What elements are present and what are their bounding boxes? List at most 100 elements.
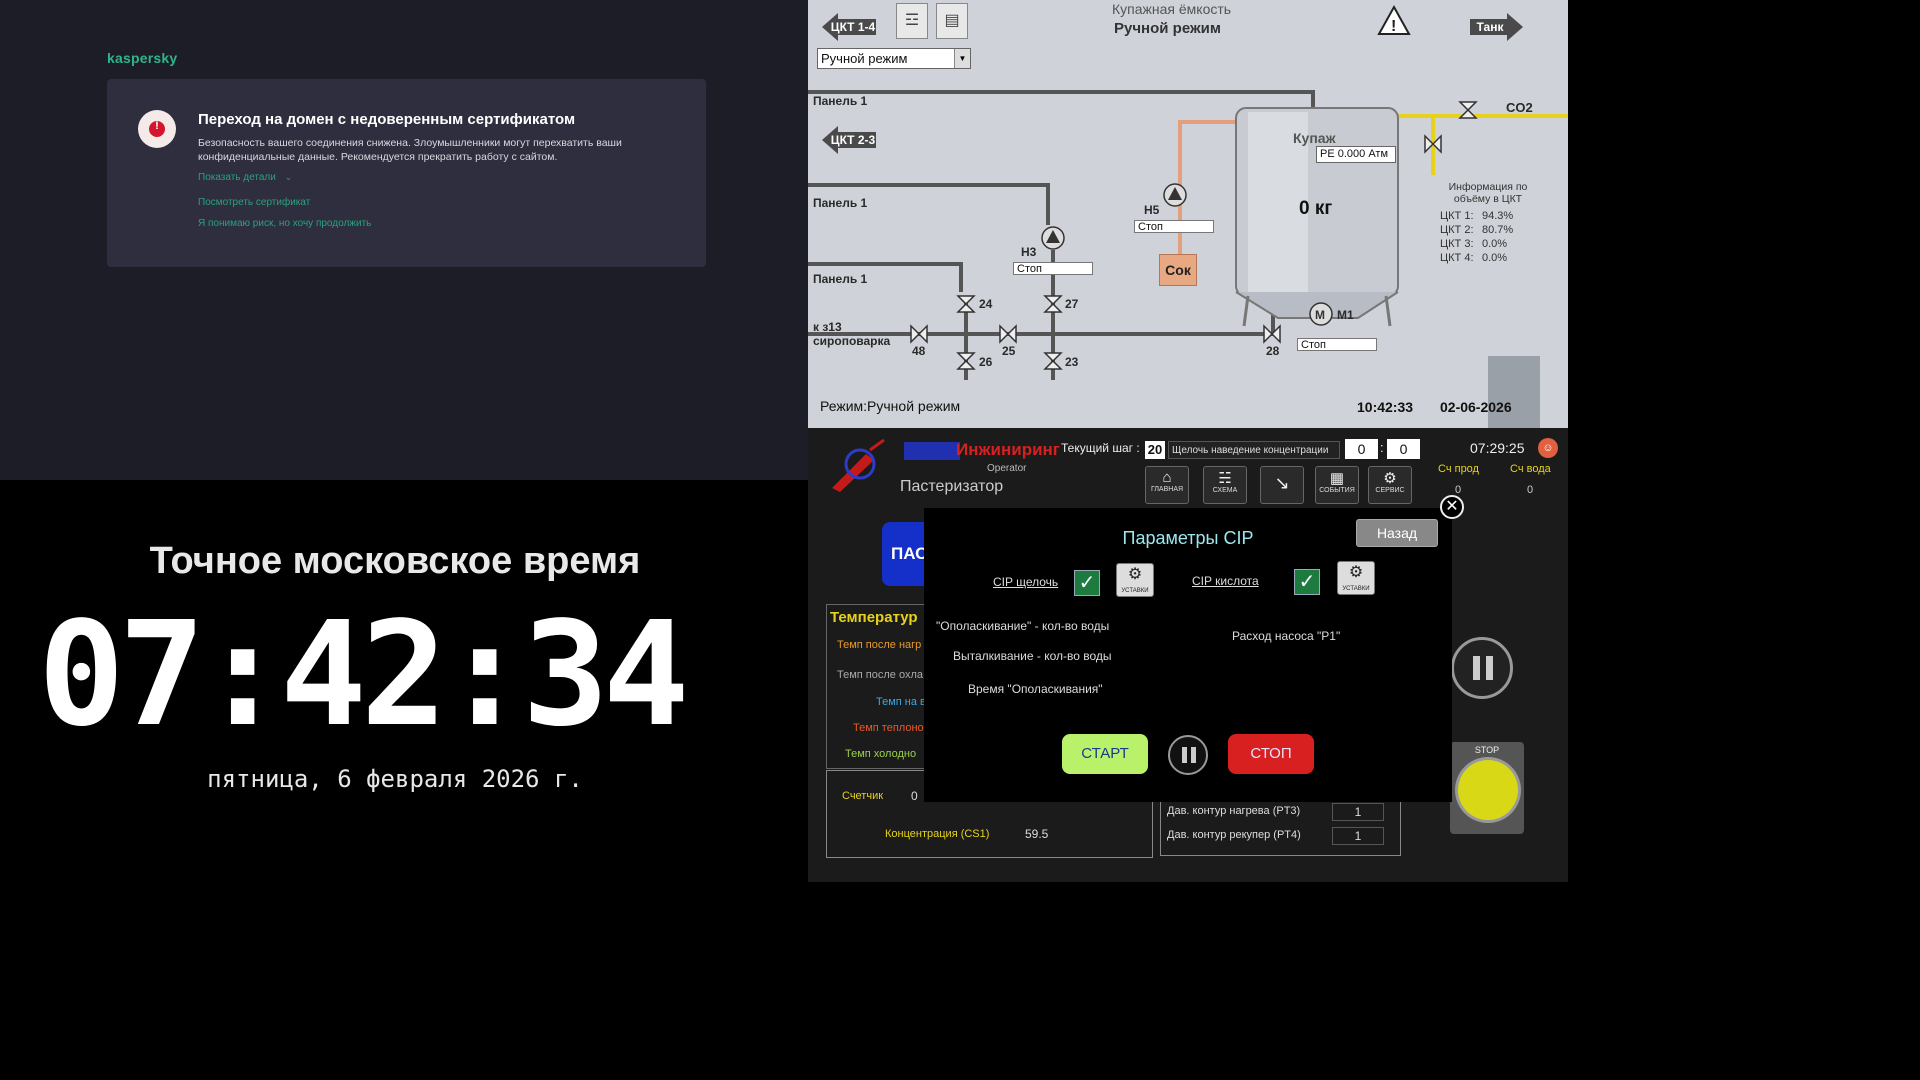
report-view-icon[interactable]: ▤ bbox=[936, 3, 968, 39]
temp-row: Темп после охла bbox=[837, 669, 923, 681]
valve-label: 26 bbox=[979, 355, 993, 369]
header-mode: Ручной режим bbox=[1114, 20, 1221, 37]
pause-button[interactable] bbox=[1451, 637, 1513, 699]
pump-flow-label: Расход насоса "Р1" bbox=[1232, 629, 1341, 643]
home-button[interactable]: ⌂ ГЛАВНАЯ bbox=[1145, 466, 1189, 504]
warning-icon[interactable]: ! bbox=[1377, 4, 1411, 38]
counter-water-value: 0 bbox=[1527, 484, 1534, 496]
user-role: Operator bbox=[987, 463, 1027, 474]
emergency-stop[interactable]: STOP bbox=[1450, 742, 1524, 834]
scheme-icon: ☵ bbox=[1218, 470, 1232, 487]
temp-row: Темп после нагр bbox=[837, 639, 922, 651]
ckt-level-row: ЦКТ 3: 0.0% bbox=[1440, 238, 1508, 250]
valve-label: 24 bbox=[979, 297, 993, 311]
k313-label: к з13 bbox=[813, 320, 842, 334]
stop-button[interactable]: СТОП bbox=[1228, 734, 1314, 774]
events-button[interactable]: ▦ СОБЫТИЯ bbox=[1315, 466, 1359, 504]
cip-acid-settings-button[interactable]: ⚙ УСТАВКИ bbox=[1337, 561, 1375, 595]
clock-date: пятница, 6 февраля 2026 г. bbox=[207, 765, 583, 793]
scada-blend-tank-screen: M ЦКТ 1-4 ЦКТ 2-3 Танк ☲ ▤ Ручной режим … bbox=[808, 0, 1568, 428]
brand-name: Инжиниринг bbox=[956, 440, 1060, 459]
back-button[interactable]: Назад bbox=[1356, 519, 1438, 547]
pressure-panel: Дав. контур нагрева (PT3) 1 Дав. контур … bbox=[1160, 798, 1401, 856]
brand-blue-mark bbox=[904, 442, 960, 460]
view-certificate-link[interactable]: Посмотреть сертификат bbox=[198, 197, 310, 208]
warning-title: Переход на домен с недоверенным сертифик… bbox=[198, 111, 576, 128]
pump-h5-status: Стоп bbox=[1134, 220, 1214, 233]
kaspersky-warning-page: kaspersky ! Переход на домен с недоверен… bbox=[0, 0, 808, 480]
warning-description: Безопасность вашего соединения снижена. … bbox=[198, 137, 622, 163]
rinse-water-label: "Ополаскивание" - кол-во воды bbox=[936, 619, 1110, 633]
counter-label: Счетчик bbox=[842, 790, 884, 802]
ckt-info-title: Информация по объёму в ЦКТ bbox=[1448, 181, 1528, 205]
push-water-label: Выталкивание - кол-во воды bbox=[953, 649, 1112, 663]
temp-row: Темп холодно bbox=[845, 748, 917, 760]
pasteurizer-hmi: Инжиниринг Operator Пастеризатор Текущий… bbox=[808, 428, 1568, 882]
cip-alkali-checkbox[interactable]: ✓ bbox=[1074, 570, 1100, 596]
scheme-button[interactable]: ☵ СХЕМА bbox=[1203, 466, 1247, 504]
valve-label: 25 bbox=[1002, 344, 1016, 358]
temp-row: Темп на в bbox=[876, 696, 926, 708]
show-details-link[interactable]: Показать детали ⌄ bbox=[198, 172, 292, 183]
cip-alkali-label: CIP щелочь bbox=[993, 575, 1059, 589]
counter-prod-value: 0 bbox=[1455, 484, 1462, 496]
moscow-time-page: Точное московское время 07:42:34 пятница… bbox=[0, 480, 808, 882]
home-icon: ⌂ bbox=[1162, 469, 1172, 486]
cip-acid-label: CIP кислота bbox=[1192, 574, 1259, 588]
gear-icon: ⚙ bbox=[1383, 470, 1397, 487]
time-separator: : bbox=[1380, 440, 1384, 455]
cip-acid-checkbox[interactable]: ✓ bbox=[1294, 569, 1320, 595]
clock-title: Точное московское время bbox=[149, 540, 641, 582]
step-label: Текущий шаг : bbox=[1061, 441, 1140, 455]
close-icon[interactable]: ✕ bbox=[1440, 495, 1464, 519]
motor-m1-status: Стоп bbox=[1297, 338, 1377, 351]
hmi-clock: 07:29:25 bbox=[1470, 440, 1525, 456]
tank-name: Купаж bbox=[1293, 130, 1336, 146]
calendar-icon: ▦ bbox=[1329, 470, 1345, 487]
section-title: Пастеризатор bbox=[900, 478, 1004, 495]
chart-icon: ↘ bbox=[1274, 473, 1290, 493]
ckt-level-row: ЦКТ 1: 94.3% bbox=[1440, 210, 1514, 222]
pressure-row-value: 1 bbox=[1332, 803, 1384, 821]
company-logo bbox=[826, 436, 888, 494]
mode-select[interactable]: Ручной режим ▼ bbox=[817, 48, 971, 69]
service-button[interactable]: ⚙ СЕРВИС bbox=[1368, 466, 1412, 504]
footer-mode: Режим:Ручной режим bbox=[820, 398, 961, 414]
pressure-row-value: 1 bbox=[1332, 827, 1384, 845]
step-minutes: 0 bbox=[1345, 439, 1378, 459]
temp-row: Темп теплоно bbox=[853, 722, 924, 734]
stop-knob[interactable] bbox=[1458, 760, 1518, 820]
start-button[interactable]: СТАРТ bbox=[1062, 734, 1148, 774]
nav-tank-button[interactable]: Танк bbox=[1470, 14, 1510, 40]
accept-risk-link[interactable]: Я понимаю риск, но хочу продолжить bbox=[198, 218, 371, 229]
warning-card: ! Переход на домен с недоверенным сертиф… bbox=[107, 79, 706, 267]
counter-prod-label: Сч прод bbox=[1438, 463, 1479, 475]
panel-label: Панель 1 bbox=[813, 272, 868, 286]
ckt-level-list: ЦКТ 1: 94.3% ЦКТ 2: 80.7% ЦКТ 3: 0.0% ЦК… bbox=[1440, 210, 1540, 266]
tank-weight: 0 кг bbox=[1299, 198, 1333, 219]
cip-parameters-dialog: Параметры CIP Назад CIP щелочь ✓ ⚙ УСТАВК… bbox=[924, 508, 1452, 802]
valve-label: 27 bbox=[1065, 297, 1079, 311]
alert-icon: ! bbox=[138, 110, 176, 148]
nav-ckt-2-3-button[interactable]: ЦКТ 2-3 bbox=[830, 127, 876, 153]
header-title: Купажная ёмкость bbox=[1112, 1, 1232, 17]
modal-pause-button[interactable] bbox=[1168, 735, 1208, 775]
juice-button[interactable]: Сок bbox=[1159, 254, 1197, 286]
gear-icon: ⚙ bbox=[1348, 564, 1364, 581]
cip-alkali-settings-button[interactable]: ⚙ УСТАВКИ bbox=[1116, 563, 1154, 597]
user-icon[interactable]: ☺ bbox=[1538, 438, 1558, 458]
ckt-level-row: ЦКТ 2: 80.7% bbox=[1440, 224, 1514, 236]
valve-label: 48 bbox=[912, 344, 926, 358]
rinse-time-label: Время "Ополаскивания" bbox=[968, 682, 1103, 696]
step-number: 20 bbox=[1145, 441, 1165, 459]
panel-label: Панель 1 bbox=[813, 94, 868, 108]
chevron-down-icon: ▼ bbox=[954, 49, 970, 68]
pressure-row-label: Дав. контур рекупер (PT4) bbox=[1167, 829, 1301, 841]
valves-view-icon[interactable]: ☲ bbox=[896, 3, 928, 39]
counter-value: 0 bbox=[911, 789, 918, 803]
step-seconds: 0 bbox=[1387, 439, 1420, 459]
concentration-value: 59.5 bbox=[1025, 827, 1049, 841]
nav-ckt-1-4-button[interactable]: ЦКТ 1-4 bbox=[830, 14, 876, 40]
trends-button[interactable]: ↘ bbox=[1260, 466, 1304, 504]
motor-m1-label: М1 bbox=[1337, 308, 1354, 322]
